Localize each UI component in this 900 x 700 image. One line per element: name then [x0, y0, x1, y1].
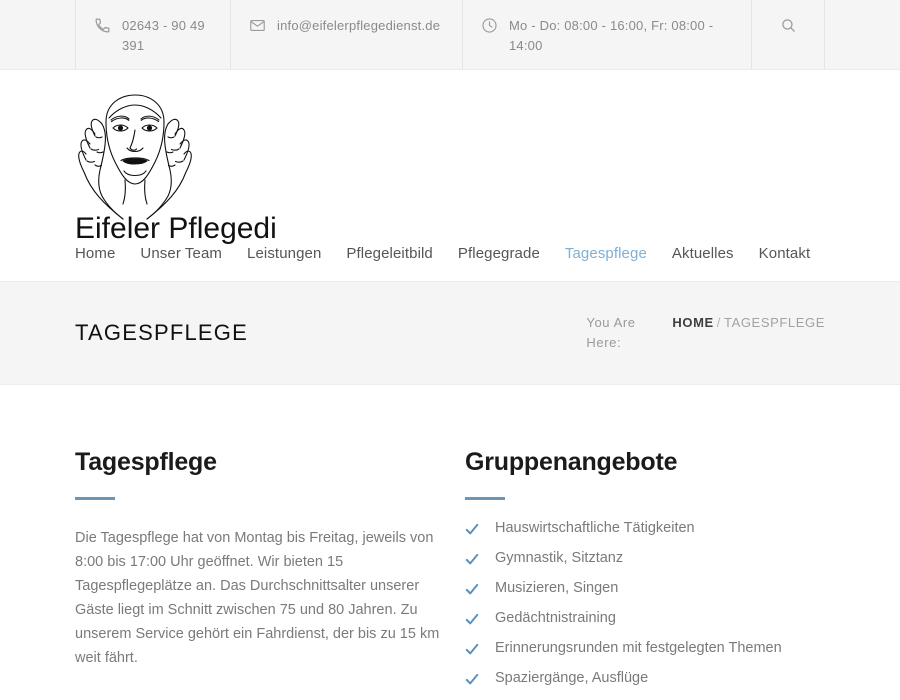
breadcrumb: You Are Here: HOME/TAGESPFLEGE	[586, 313, 825, 353]
opening-hours-text: Mo - Do: 08:00 - 16:00, Fr: 08:00 - 14:0…	[509, 16, 737, 56]
breadcrumb-trail: HOME/TAGESPFLEGE	[672, 313, 825, 333]
list-item-label: Erinnerungsrunden mit festgelegten Theme…	[495, 638, 782, 658]
accent-underline	[465, 497, 505, 500]
list-item-label: Hauswirtschaftliche Tätigkeiten	[495, 518, 695, 538]
contact-email[interactable]: info@eifelerpflegedienst.de	[230, 0, 462, 69]
heading-tagespflege: Tagespflege	[75, 447, 440, 477]
check-icon	[465, 672, 479, 686]
tagespflege-paragraph: Die Tagespflege hat von Montag bis Freit…	[75, 526, 440, 670]
check-icon	[465, 552, 479, 566]
clock-icon	[481, 17, 498, 34]
list-item-label: Musizieren, Singen	[495, 578, 618, 598]
breadcrumb-home-link[interactable]: HOME	[672, 315, 713, 330]
list-item: Musizieren, Singen	[465, 578, 825, 608]
page-title: TAGESPFLEGE	[75, 320, 248, 346]
contact-phone[interactable]: 02643 - 90 49 391	[75, 0, 230, 69]
logo-area[interactable]: Eifeler Pflegedienst	[75, 70, 825, 225]
list-item: Spaziergänge, Ausflüge	[465, 668, 825, 698]
top-bar-left-spacer	[0, 0, 75, 69]
nav-item-pflegegrade[interactable]: Pflegegrade	[458, 245, 540, 262]
list-item-label: Spaziergänge, Ausflüge	[495, 668, 648, 688]
face-in-hands-logo	[79, 95, 192, 219]
nav-item-home[interactable]: Home	[75, 245, 115, 262]
nav-item-aktuelles[interactable]: Aktuelles	[672, 245, 734, 262]
check-icon	[465, 582, 479, 596]
envelope-icon	[249, 17, 266, 34]
main-content: Tagespflege Die Tagespflege hat von Mont…	[0, 385, 900, 700]
logo-wordmark: Eifeler Pflegedienst	[75, 212, 275, 244]
accent-underline	[75, 497, 115, 500]
top-bar: 02643 - 90 49 391 info@eifelerpflegedien…	[0, 0, 900, 70]
phone-number: 02643 - 90 49 391	[122, 16, 216, 56]
column-gruppenangebote: Gruppenangebote Hauswirtschaftliche Täti…	[465, 447, 825, 700]
site-logo[interactable]: Eifeler Pflegedienst	[75, 92, 275, 244]
list-item-label: Gedächtnistraining	[495, 608, 616, 628]
site-header: Eifeler Pflegedienst Home Unser Team Lei…	[0, 70, 900, 281]
breadcrumb-current: TAGESPFLEGE	[724, 315, 825, 330]
list-item: Gedächtnistraining	[465, 608, 825, 638]
list-item: Erinnerungsrunden mit festgelegten Theme…	[465, 638, 825, 668]
opening-hours: Mo - Do: 08:00 - 16:00, Fr: 08:00 - 14:0…	[462, 0, 751, 69]
breadcrumb-separator: /	[714, 315, 724, 330]
nav-item-kontakt[interactable]: Kontakt	[759, 245, 811, 262]
list-item-label: Gymnastik, Sitztanz	[495, 548, 623, 568]
email-address: info@eifelerpflegedienst.de	[277, 16, 440, 36]
nav-item-leistungen[interactable]: Leistungen	[247, 245, 321, 262]
column-tagespflege: Tagespflege Die Tagespflege hat von Mont…	[75, 447, 465, 700]
search-icon[interactable]	[780, 17, 797, 34]
breadcrumb-label: You Are Here:	[586, 313, 648, 353]
check-icon	[465, 612, 479, 626]
page-banner: TAGESPFLEGE You Are Here: HOME/TAGESPFLE…	[0, 281, 900, 385]
top-bar-right-spacer	[825, 0, 900, 69]
check-icon	[465, 522, 479, 536]
gruppenangebote-list: Hauswirtschaftliche Tätigkeiten Gymnasti…	[465, 518, 825, 700]
phone-icon	[94, 17, 111, 34]
nav-item-unser-team[interactable]: Unser Team	[140, 245, 222, 262]
heading-gruppenangebote: Gruppenangebote	[465, 447, 825, 477]
list-item: Hauswirtschaftliche Tätigkeiten	[465, 518, 825, 548]
check-icon	[465, 642, 479, 656]
list-item: Gymnastik, Sitztanz	[465, 548, 825, 578]
nav-item-pflegeleitbild[interactable]: Pflegeleitbild	[346, 245, 432, 262]
nav-item-tagespflege[interactable]: Tagespflege	[565, 245, 647, 262]
search-button[interactable]	[751, 0, 825, 69]
